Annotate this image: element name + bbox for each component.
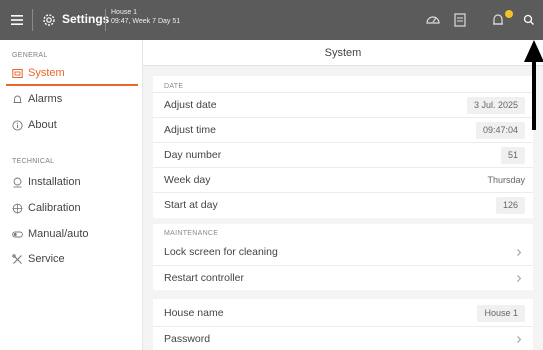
search-icon[interactable] (520, 11, 538, 29)
row-adjust-date[interactable]: Adjust date 3 Jul. 2025 (153, 92, 533, 117)
row-label: Day number (164, 149, 222, 161)
row-value: 126 (495, 197, 525, 214)
menu-icon[interactable] (8, 11, 26, 29)
sidebar-item-label: Service (28, 253, 65, 265)
row-label: Lock screen for cleaning (164, 246, 278, 258)
sidebar-item-label: System (28, 67, 65, 79)
row-value: Thursday (487, 175, 525, 185)
annotation-arrow (524, 40, 543, 130)
row-password[interactable]: Password (153, 326, 533, 350)
section-label-maintenance: MAINTENANCE (164, 230, 219, 237)
row-label: House name (164, 307, 224, 319)
sidebar-item-system[interactable]: System (0, 62, 142, 86)
house-time: 09:47, Week 7 Day 51 (111, 18, 181, 25)
calibration-icon (12, 203, 23, 214)
sidebar-item-about[interactable]: About (0, 114, 142, 138)
gear-icon (43, 14, 55, 26)
system-icon (12, 69, 23, 78)
house-name: House 1 (111, 9, 138, 16)
sidebar-item-service[interactable]: Service (0, 248, 142, 272)
row-value: 51 (500, 147, 525, 164)
row-house-name[interactable]: House name House 1 (153, 301, 533, 326)
row-label: Restart controller (164, 272, 244, 284)
row-label: Week day (164, 174, 211, 186)
chevron-right-icon (517, 336, 522, 343)
main-panel: System DATE Adjust date 3 Jul. 2025 Adju… (143, 40, 543, 350)
installation-icon (13, 177, 22, 188)
sidebar-item-calibration[interactable]: Calibration (0, 197, 142, 221)
sidebar: GENERAL System Alarms About TECHNICAL In… (0, 40, 143, 350)
sidebar-item-label: Installation (28, 176, 81, 188)
section-label-technical: TECHNICAL (12, 158, 55, 165)
row-adjust-time[interactable]: Adjust time 09:47:04 (153, 117, 533, 142)
info-icon (12, 120, 23, 131)
sidebar-item-alarms[interactable]: Alarms (0, 88, 142, 112)
maintenance-card: MAINTENANCE Lock screen for cleaning Res… (153, 224, 533, 290)
chevron-right-icon (517, 249, 522, 256)
row-day-number[interactable]: Day number 51 (153, 142, 533, 167)
chevron-right-icon (517, 275, 522, 282)
page-title: Settings (62, 12, 110, 26)
top-bar: Settings House 1 09:47, Week 7 Day 51 (0, 0, 543, 40)
row-label: Adjust date (164, 99, 217, 111)
divider (32, 9, 33, 31)
sidebar-item-label: Manual/auto (28, 228, 89, 240)
notification-badge (505, 10, 513, 18)
row-value: 3 Jul. 2025 (466, 97, 525, 114)
house-info[interactable]: House 1 09:47, Week 7 Day 51 (111, 8, 180, 26)
sidebar-item-label: About (28, 119, 57, 131)
section-label-general: GENERAL (12, 52, 48, 59)
house-card: House name House 1 Password (153, 299, 533, 350)
row-value: 09:47:04 (475, 122, 525, 139)
row-lock-screen[interactable]: Lock screen for cleaning (153, 240, 533, 265)
divider (105, 9, 106, 31)
document-icon[interactable] (451, 11, 469, 29)
bell-icon (13, 95, 22, 103)
sidebar-item-installation[interactable]: Installation (0, 171, 142, 195)
row-label: Start at day (164, 199, 218, 211)
sidebar-item-label: Alarms (28, 93, 63, 105)
sidebar-item-manual-auto[interactable]: Manual/auto (0, 223, 142, 247)
section-label-date: DATE (164, 83, 184, 90)
panel-title: System (143, 40, 543, 66)
row-label: Adjust time (164, 124, 216, 136)
tools-icon (12, 254, 22, 264)
sidebar-item-label: Calibration (28, 202, 81, 214)
gauge-icon[interactable] (424, 11, 442, 29)
row-value: House 1 (477, 305, 525, 322)
row-restart-controller[interactable]: Restart controller (153, 265, 533, 290)
date-card: DATE Adjust date 3 Jul. 2025 Adjust time… (153, 76, 533, 218)
row-start-at-day[interactable]: Start at day 126 (153, 192, 533, 217)
row-label: Password (164, 333, 211, 345)
row-week-day: Week day Thursday (153, 167, 533, 192)
toggle-icon (12, 231, 23, 238)
